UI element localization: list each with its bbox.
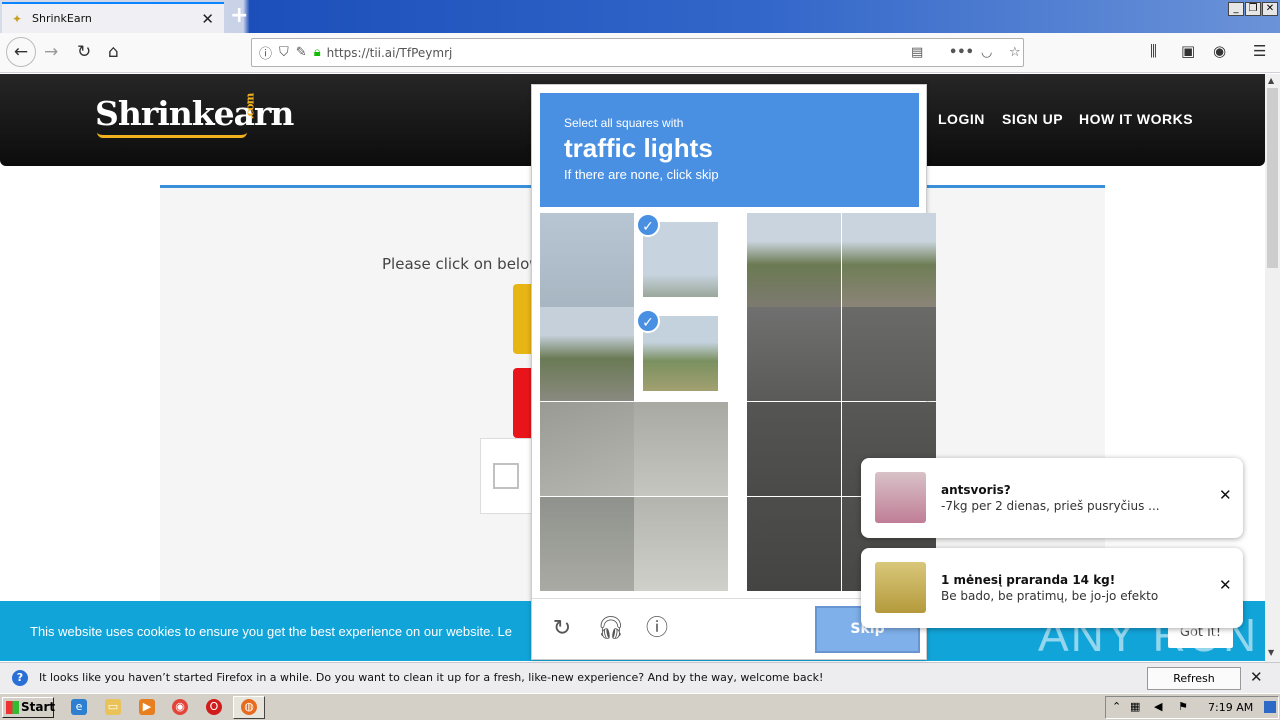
selected-check-icon: ✓ — [636, 213, 660, 237]
firefox-taskbar-button[interactable]: ◍ — [233, 696, 265, 719]
logo-text: Shrinkearn — [95, 94, 294, 133]
bookmark-star-icon[interactable]: ☆ — [1009, 45, 1021, 60]
question-icon: ? — [12, 670, 28, 686]
ad-body: Be bado, be pratimų, be jo-jo efekto — [941, 589, 1159, 603]
close-icon[interactable]: ✕ — [1219, 576, 1232, 594]
image-tile[interactable] — [747, 497, 841, 591]
menu-icon[interactable]: ☰ — [1253, 42, 1266, 60]
recaptcha-checkbox[interactable] — [493, 463, 519, 489]
reload-icon[interactable]: ↻ — [77, 42, 91, 62]
image-tile[interactable] — [747, 213, 841, 307]
start-button[interactable]: Start — [2, 697, 56, 718]
scroll-down-icon[interactable]: ▼ — [1268, 648, 1274, 657]
info-icon[interactable]: ⓘ — [644, 616, 670, 642]
audio-challenge-icon[interactable]: 🎧︎ — [597, 616, 625, 642]
lock-icon[interactable]: 🔒︎ — [314, 45, 321, 60]
account-icon[interactable]: ◉ — [1213, 42, 1226, 60]
ad-title: 1 mėnesį praranda 14 kg! — [941, 573, 1116, 587]
navigation-toolbar: ← → ↻ ⌂ ⓘ ⛉ ✎ 🔒︎ https://tii.ai/TfPeymrj… — [0, 33, 1280, 73]
image-tile[interactable] — [747, 307, 841, 401]
image-tile[interactable] — [634, 402, 728, 496]
notification-text: It looks like you haven’t started Firefo… — [39, 671, 824, 684]
browser-tab[interactable]: ✦ ShrinkEarn ✕ — [2, 2, 224, 33]
selected-check-icon: ✓ — [636, 309, 660, 333]
opera-icon[interactable]: O — [206, 699, 222, 715]
system-tray: ⌃ ▦ ◀︎ ⚑ 7:19 AM — [1105, 696, 1279, 719]
image-tile[interactable] — [540, 307, 634, 401]
shrinkearn-logo[interactable]: Shrinkearn .com — [95, 93, 294, 138]
folder-icon[interactable]: ▭ — [105, 699, 121, 715]
sidebar-icon[interactable]: ▣ — [1181, 42, 1195, 60]
ad-thumbnail — [875, 472, 926, 523]
challenge-prompt: Select all squares with — [564, 116, 684, 130]
ad-notification[interactable]: antsvoris? -7kg per 2 dienas, prieš pusr… — [861, 458, 1243, 538]
logo-com: .com — [243, 93, 257, 120]
login-link[interactable]: LOGIN — [938, 111, 985, 127]
volume-icon[interactable]: ◀︎ — [1154, 700, 1162, 713]
ad-body: -7kg per 2 dienas, prieš pusryčius ... — [941, 499, 1160, 513]
internet-explorer-icon[interactable]: e — [71, 699, 87, 715]
info-icon[interactable]: ⓘ — [259, 43, 272, 62]
windows-logo-icon — [6, 701, 19, 714]
refresh-icon[interactable]: ↻ — [549, 616, 575, 642]
close-window-button[interactable]: ✕ — [1262, 2, 1278, 16]
image-tile[interactable] — [842, 307, 936, 401]
page-actions-icon[interactable]: ••• — [949, 45, 974, 60]
tab-title: ShrinkEarn — [32, 12, 92, 25]
forward-arrow-icon[interactable]: → — [44, 42, 58, 62]
network-icon[interactable]: ▦ — [1130, 700, 1140, 713]
permissions-icon[interactable]: ✎ — [296, 45, 307, 60]
restore-button[interactable]: ❐ — [1245, 2, 1261, 16]
image-tile[interactable] — [540, 213, 634, 307]
ad-thumbnail — [875, 562, 926, 613]
library-icon[interactable]: ⫼ — [1150, 42, 1157, 60]
image-tile[interactable] — [634, 497, 728, 591]
browser-titlebar: ✦ ShrinkEarn ✕ + _ ❐ ✕ — [0, 0, 1280, 33]
signup-link[interactable]: SIGN UP — [1002, 111, 1063, 127]
windows-taskbar: Start e ▭ ▶ ◉ O ◍ ⌃ ▦ ◀︎ ⚑ 7:19 AM — [0, 693, 1280, 720]
close-tab-icon[interactable]: ✕ — [201, 10, 214, 28]
refresh-firefox-button[interactable]: Refresh Firefox… — [1147, 667, 1241, 706]
firefox-icon: ◍ — [241, 699, 257, 715]
image-tile[interactable] — [540, 497, 634, 591]
url-text[interactable]: https://tii.ai/TfPeymrj — [327, 46, 453, 60]
minimize-button[interactable]: _ — [1228, 2, 1244, 16]
challenge-header: Select all squares with traffic lights I… — [540, 93, 919, 207]
pocket-icon[interactable]: ◡ — [981, 45, 992, 60]
firefox-notification-bar: ? It looks like you haven’t started Fire… — [0, 662, 1280, 706]
chrome-icon[interactable]: ◉ — [172, 699, 188, 715]
cookie-text: This website uses cookies to ensure you … — [30, 624, 513, 639]
recaptcha-widget — [480, 438, 532, 514]
action-center-flag-icon[interactable]: ⚑ — [1178, 700, 1188, 713]
image-tile[interactable] — [747, 402, 841, 496]
close-icon[interactable]: ✕ — [1250, 668, 1263, 686]
reader-view-icon[interactable]: ▤ — [911, 45, 923, 60]
home-icon[interactable]: ⌂ — [108, 42, 119, 62]
challenge-hint: If there are none, click skip — [564, 167, 719, 182]
close-icon[interactable]: ✕ — [1219, 486, 1232, 504]
start-label: Start — [21, 700, 56, 714]
shrinkearn-favicon-icon: ✦ — [12, 11, 23, 26]
ad-title: antsvoris? — [941, 483, 1011, 497]
back-arrow-icon[interactable]: ← — [6, 37, 36, 67]
ad-notification[interactable]: 1 mėnesį praranda 14 kg! Be bado, be pra… — [861, 548, 1243, 628]
shield-icon[interactable]: ⛉ — [279, 45, 289, 60]
tray-expand-icon[interactable]: ⌃ — [1112, 700, 1121, 713]
image-tile[interactable] — [540, 402, 634, 496]
image-tile[interactable] — [842, 213, 936, 307]
challenge-target: traffic lights — [564, 133, 713, 163]
how-it-works-link[interactable]: HOW IT WORKS — [1079, 111, 1193, 127]
instruction-text: Please click on below — [382, 255, 542, 273]
clock[interactable]: 7:19 AM — [1208, 701, 1253, 714]
new-tab-button[interactable]: + — [230, 3, 248, 28]
url-bar[interactable]: ⓘ ⛉ ✎ 🔒︎ https://tii.ai/TfPeymrj ▤ ••• ◡… — [251, 38, 1024, 67]
scroll-up-icon[interactable]: ▲ — [1268, 76, 1274, 85]
media-player-icon[interactable]: ▶ — [139, 699, 155, 715]
scroll-thumb[interactable] — [1267, 88, 1278, 268]
show-desktop-icon[interactable] — [1264, 701, 1276, 713]
page-scrollbar[interactable]: ▲ ▼ — [1265, 74, 1280, 662]
logo-swoosh — [97, 132, 247, 138]
